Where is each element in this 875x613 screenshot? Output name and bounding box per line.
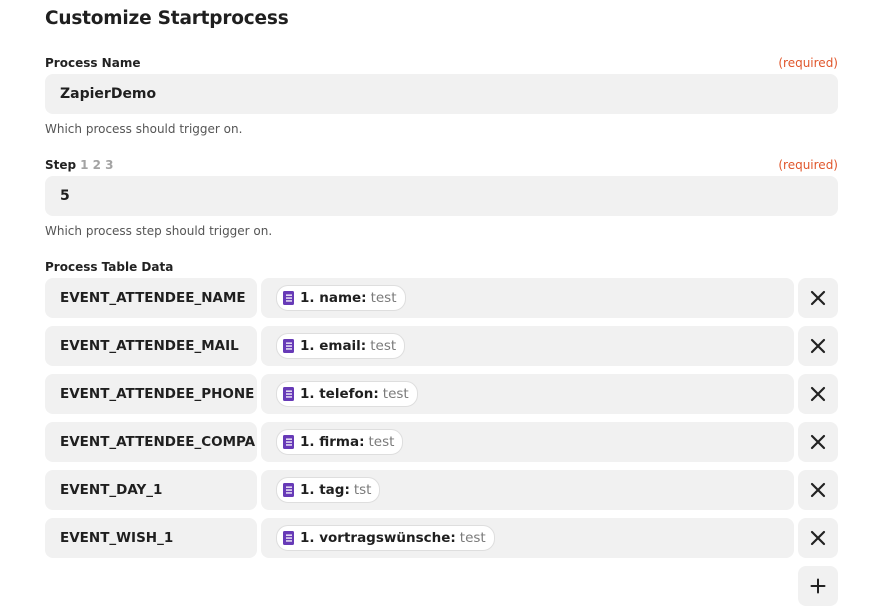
close-icon bbox=[810, 482, 826, 498]
row-value-field[interactable]: 1. telefon: test bbox=[261, 374, 794, 414]
google-forms-icon bbox=[283, 339, 294, 353]
close-icon bbox=[810, 530, 826, 546]
google-forms-icon bbox=[283, 483, 294, 497]
field-value: tst bbox=[353, 482, 372, 498]
row-key-field[interactable]: EVENT_DAY_1 bbox=[45, 470, 257, 510]
field-value: test bbox=[368, 434, 395, 450]
delete-row-button[interactable] bbox=[798, 326, 838, 366]
table-label: Process Table Data bbox=[45, 260, 174, 274]
row-key: EVENT_ATTENDEE_NAME bbox=[60, 290, 246, 306]
field-value: test bbox=[459, 530, 486, 546]
table-row: EVENT_ATTENDEE_PHONE 1. telefon: test bbox=[45, 374, 838, 414]
row-key: EVENT_DAY_1 bbox=[60, 482, 163, 498]
delete-row-button[interactable] bbox=[798, 278, 838, 318]
row-key-field[interactable]: EVENT_WISH_1 bbox=[45, 518, 257, 558]
process-name-field[interactable]: ZapierDemo bbox=[45, 74, 838, 114]
row-key: EVENT_WISH_1 bbox=[60, 530, 174, 546]
delete-row-button[interactable] bbox=[798, 374, 838, 414]
process-name-required: (required) bbox=[778, 56, 838, 70]
step-label: Step 1 2 3 bbox=[45, 158, 114, 172]
field-name: 1. email: bbox=[300, 338, 367, 354]
close-icon bbox=[810, 386, 826, 402]
step-label-text: Step bbox=[45, 158, 77, 172]
field-name: 1. tag: bbox=[300, 482, 350, 498]
field-pill[interactable]: 1. email: test bbox=[276, 333, 406, 359]
row-key-field[interactable]: EVENT_ATTENDEE_NAME bbox=[45, 278, 257, 318]
process-name-help: Which process should trigger on. bbox=[45, 122, 243, 136]
row-key-field[interactable]: EVENT_ATTENDEE_MAIL bbox=[45, 326, 257, 366]
row-key: EVENT_ATTENDEE_MAIL bbox=[60, 338, 239, 354]
close-icon bbox=[810, 290, 826, 306]
row-value-field[interactable]: 1. firma: test bbox=[261, 422, 794, 462]
table-row: EVENT_ATTENDEE_MAIL 1. email: test bbox=[45, 326, 838, 366]
row-key-field[interactable]: EVENT_ATTENDEE_COMPA bbox=[45, 422, 257, 462]
step-field[interactable]: 5 bbox=[45, 176, 838, 216]
step-hint: 1 2 3 bbox=[80, 158, 114, 172]
row-key: EVENT_ATTENDEE_PHONE bbox=[60, 386, 255, 402]
close-icon bbox=[810, 434, 826, 450]
table-row: EVENT_ATTENDEE_COMPA 1. firma: test bbox=[45, 422, 838, 462]
field-pill[interactable]: 1. telefon: test bbox=[276, 381, 418, 407]
field-pill[interactable]: 1. name: test bbox=[276, 285, 406, 311]
row-value-field[interactable]: 1. email: test bbox=[261, 326, 794, 366]
delete-row-button[interactable] bbox=[798, 518, 838, 558]
field-value: test bbox=[370, 338, 397, 354]
field-pill[interactable]: 1. vortragswünsche: test bbox=[276, 525, 495, 551]
google-forms-icon bbox=[283, 387, 294, 401]
field-name: 1. name: bbox=[300, 290, 367, 306]
google-forms-icon bbox=[283, 531, 294, 545]
field-name: 1. vortragswünsche: bbox=[300, 530, 456, 546]
table-row: EVENT_DAY_1 1. tag: tst bbox=[45, 470, 838, 510]
delete-row-button[interactable] bbox=[798, 422, 838, 462]
process-name-value: ZapierDemo bbox=[60, 86, 157, 102]
table-row: EVENT_ATTENDEE_NAME 1. name: test bbox=[45, 278, 838, 318]
close-icon bbox=[810, 338, 826, 354]
row-value-field[interactable]: 1. name: test bbox=[261, 278, 794, 318]
google-forms-icon bbox=[283, 435, 294, 449]
step-help: Which process step should trigger on. bbox=[45, 224, 273, 238]
row-key: EVENT_ATTENDEE_COMPA bbox=[60, 434, 256, 450]
row-value-field[interactable]: 1. tag: tst bbox=[261, 470, 794, 510]
row-key-field[interactable]: EVENT_ATTENDEE_PHONE bbox=[45, 374, 257, 414]
field-value: test bbox=[370, 290, 397, 306]
table-row: EVENT_WISH_1 1. vortragswünsche: test bbox=[45, 518, 838, 558]
page-title: Customize Startprocess bbox=[45, 8, 289, 29]
field-pill[interactable]: 1. tag: tst bbox=[276, 477, 381, 503]
field-pill[interactable]: 1. firma: test bbox=[276, 429, 404, 455]
plus-icon bbox=[810, 578, 826, 594]
google-forms-icon bbox=[283, 291, 294, 305]
step-required: (required) bbox=[778, 158, 838, 172]
row-value-field[interactable]: 1. vortragswünsche: test bbox=[261, 518, 794, 558]
field-name: 1. telefon: bbox=[300, 386, 379, 402]
add-row-button[interactable] bbox=[798, 566, 838, 606]
step-value: 5 bbox=[60, 188, 70, 204]
field-name: 1. firma: bbox=[300, 434, 365, 450]
field-value: test bbox=[382, 386, 409, 402]
process-name-label: Process Name bbox=[45, 56, 141, 70]
delete-row-button[interactable] bbox=[798, 470, 838, 510]
